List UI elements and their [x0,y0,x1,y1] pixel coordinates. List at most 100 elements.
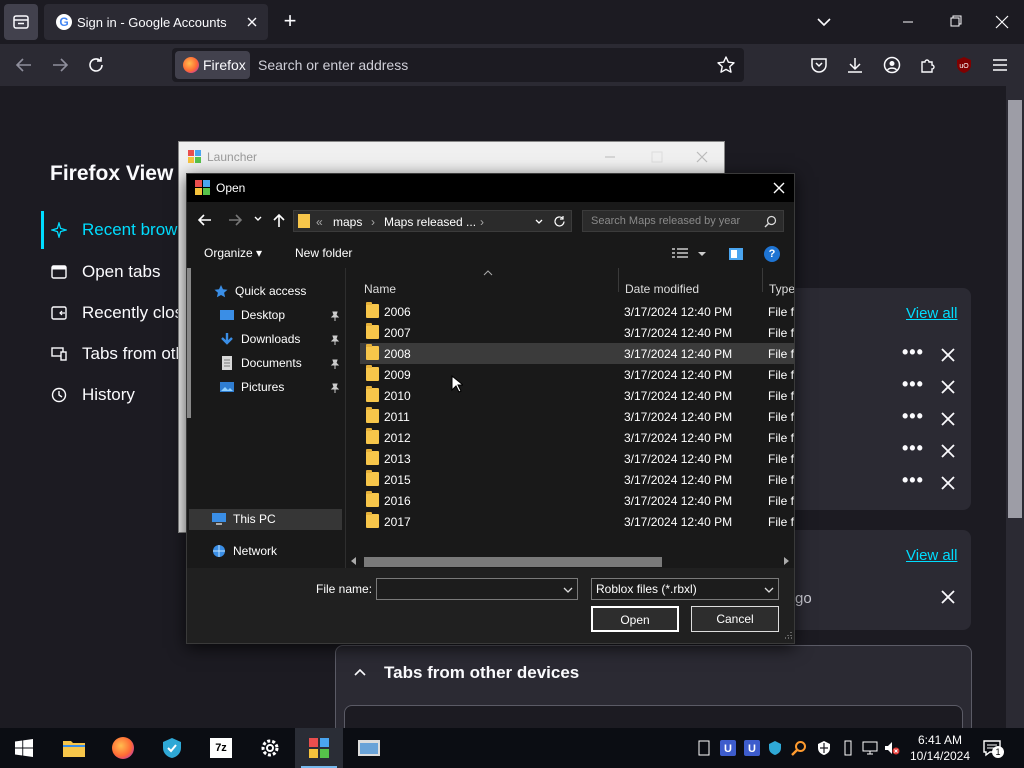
recent-locations-chevron-icon[interactable] [253,214,263,224]
maximize-icon[interactable] [650,150,664,164]
tray-shield-icon[interactable] [767,740,783,756]
column-separator[interactable] [618,268,619,292]
firefox-view-button[interactable] [4,4,38,40]
clock-date[interactable]: 10/14/2024 [905,749,975,763]
column-separator[interactable] [762,268,763,292]
cancel-button[interactable]: Cancel [691,606,779,632]
launcher-app-icon[interactable] [345,728,393,768]
firefox-icon[interactable] [99,728,147,768]
file-name-field[interactable] [376,578,578,600]
hamburger-menu-icon[interactable] [987,52,1013,78]
file-row[interactable]: 2013 3/17/2024 12:40 PM File fo [360,448,794,469]
quick-access-item[interactable]: Quick access [213,284,306,298]
nav-recently-closed[interactable]: Recently clos [50,303,183,323]
notification-center-icon[interactable]: 1 [982,738,1004,758]
breadcrumb-item[interactable]: maps [333,215,362,229]
bookmark-star-icon[interactable] [716,55,736,75]
nav-item-downloads[interactable]: Downloads [219,332,300,346]
file-row[interactable]: 2006 3/17/2024 12:40 PM File fo [360,301,794,322]
tab-close-icon[interactable] [242,12,262,32]
dismiss-close-icon[interactable] [938,473,958,493]
nav-tabs-from-other-devices[interactable]: Tabs from oth [50,344,185,364]
nav-pane-scrollbar[interactable] [187,268,191,418]
file-row[interactable]: 2011 3/17/2024 12:40 PM File fo [360,406,794,427]
ublock-origin-icon[interactable]: uO [951,52,977,78]
file-row[interactable]: 2012 3/17/2024 12:40 PM File fo [360,427,794,448]
dismiss-close-icon[interactable] [938,587,958,607]
change-view-icon[interactable] [672,248,688,260]
file-row[interactable]: 2007 3/17/2024 12:40 PM File fo [360,322,794,343]
forward-arrow-icon[interactable] [47,52,73,78]
tray-search-icon[interactable] [791,740,807,756]
extensions-puzzle-icon[interactable] [915,52,941,78]
nav-item-network[interactable]: Network [211,544,277,558]
up-arrow-icon[interactable] [271,212,287,228]
view-options-chevron-icon[interactable] [697,250,707,258]
pin-icon[interactable] [330,335,340,345]
account-icon[interactable] [879,52,905,78]
settings-icon[interactable] [246,728,294,768]
more-options-icon[interactable]: ••• [902,406,924,427]
pin-icon[interactable] [330,311,340,321]
nav-item-this-pc[interactable]: This PC [211,512,276,526]
search-input[interactable]: Search Maps released by year [582,210,784,232]
file-type-select[interactable]: Roblox files (*.rbxl) [591,578,779,600]
scroll-left-icon[interactable] [350,557,358,565]
nav-recent-browsing[interactable]: Recent brows [50,220,186,240]
windows-start-icon[interactable] [0,728,48,768]
file-row[interactable]: 2017 3/17/2024 12:40 PM File fo [360,511,794,532]
7zip-icon[interactable]: 7z [197,728,245,768]
refresh-icon[interactable] [553,215,566,228]
more-options-icon[interactable]: ••• [902,374,924,395]
pin-icon[interactable] [330,383,340,393]
browser-tab[interactable]: G Sign in - Google Accounts [44,4,268,40]
horizontal-scrollbar-thumb[interactable] [364,557,662,567]
new-tab-button[interactable]: + [278,10,302,34]
file-type-dropdown-chevron-icon[interactable] [764,586,774,594]
view-all-link[interactable]: View all [906,305,957,322]
column-header-name[interactable]: Name [364,282,396,296]
downloads-icon[interactable] [842,52,868,78]
breadcrumb-overflow[interactable]: « [316,215,323,229]
back-arrow-icon[interactable] [197,212,213,228]
address-bar[interactable]: Firefox Search or enter address [172,48,744,82]
minimize-icon[interactable] [603,150,617,164]
dismiss-close-icon[interactable] [938,409,958,429]
file-row-selected[interactable]: 2008 3/17/2024 12:40 PM File fo [360,343,794,364]
usb-device-icon[interactable] [840,740,856,756]
more-options-icon[interactable]: ••• [902,342,924,363]
back-arrow-icon[interactable] [11,52,37,78]
nav-open-tabs[interactable]: Open tabs [50,262,160,282]
file-explorer-icon[interactable] [50,728,98,768]
breadcrumb-item[interactable]: Maps released ... [384,215,476,229]
reload-icon[interactable] [83,52,109,78]
view-all-link[interactable]: View all [906,547,957,564]
list-all-tabs-chevron-icon[interactable] [812,10,836,34]
nav-item-desktop[interactable]: Desktop [219,308,285,322]
tray-defender-icon[interactable] [816,740,832,756]
path-dropdown-chevron-icon[interactable] [534,217,544,227]
restore-icon[interactable] [938,8,974,36]
nav-item-pictures[interactable]: Pictures [219,380,284,394]
roblox-studio-icon[interactable] [295,728,343,768]
chevron-up-icon[interactable] [352,664,368,680]
tray-app-u-icon[interactable]: U [720,740,736,756]
column-header-type[interactable]: Type [769,282,794,296]
dismiss-close-icon[interactable] [938,377,958,397]
pocket-icon[interactable] [806,52,832,78]
pin-icon[interactable] [330,359,340,369]
open-button[interactable]: Open [591,606,679,632]
resize-grip-icon[interactable] [784,631,792,639]
column-header-date[interactable]: Date modified [625,282,699,296]
nav-history[interactable]: History [50,385,135,405]
page-scrollbar-thumb[interactable] [1008,100,1022,518]
tray-app-u-icon[interactable]: U [744,740,760,756]
file-row[interactable]: 2016 3/17/2024 12:40 PM File fo [360,490,794,511]
tablet-icon[interactable] [696,740,712,756]
file-row[interactable]: 2010 3/17/2024 12:40 PM File fo [360,385,794,406]
file-row[interactable]: 2009 3/17/2024 12:40 PM File fo [360,364,794,385]
window-close-icon[interactable] [695,150,709,164]
forward-arrow-icon[interactable] [227,212,243,228]
network-icon[interactable] [862,740,878,756]
file-name-dropdown-chevron-icon[interactable] [563,586,573,594]
